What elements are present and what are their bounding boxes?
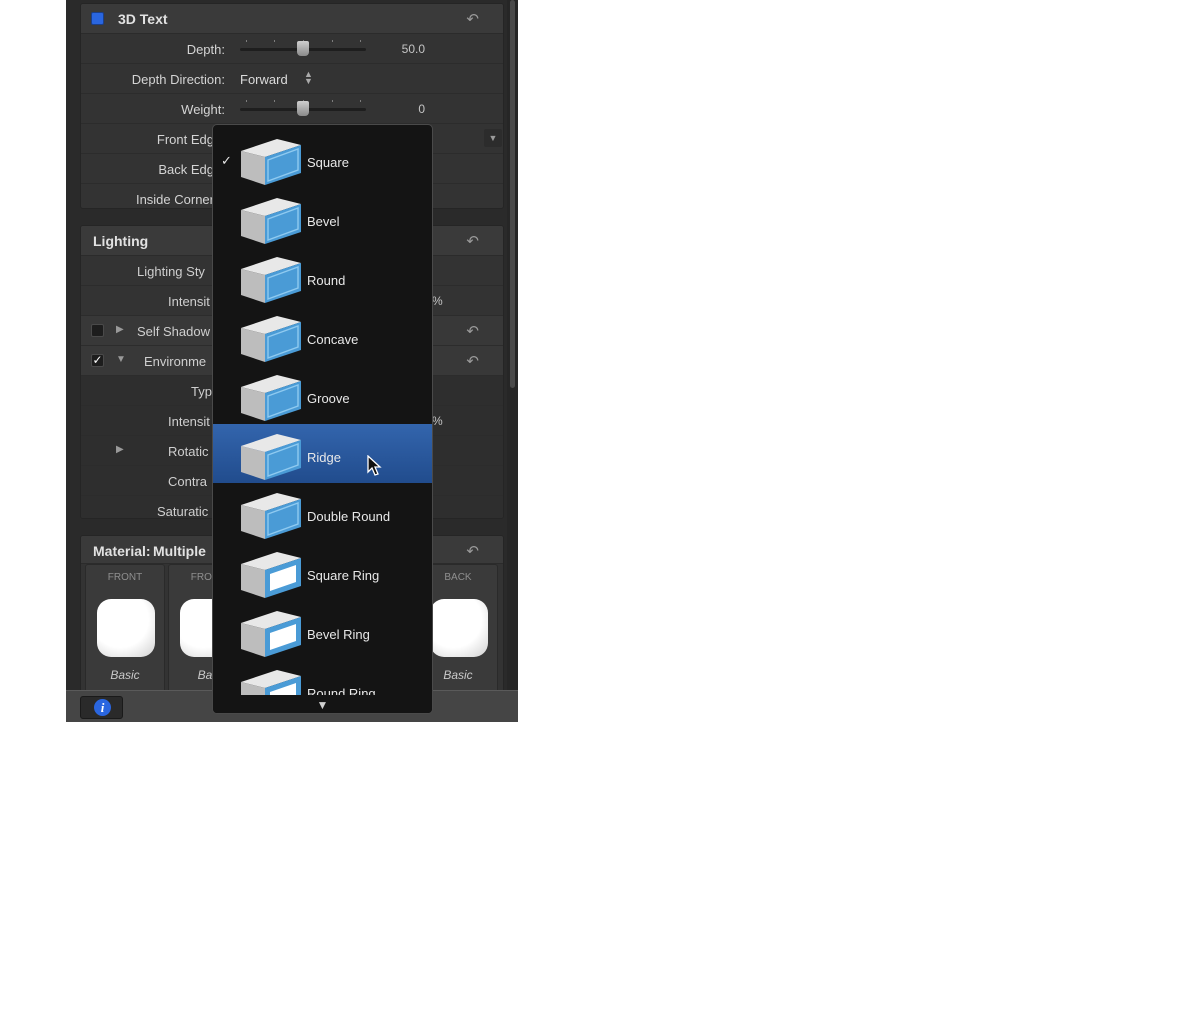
depth-slider-knob[interactable]	[297, 41, 309, 56]
lighting-title: Lighting	[93, 233, 149, 249]
3d-text-enable-toggle[interactable]	[91, 12, 104, 25]
edge-style-label: Square	[307, 155, 349, 170]
environment-intensity-label: Intensit	[168, 414, 210, 429]
depth-direction-row: Depth Direction: Forward ▲ ▼	[81, 64, 503, 94]
environment-label: Environme	[144, 354, 207, 369]
edge-style-item[interactable]: Round	[213, 247, 432, 306]
edge-style-item[interactable]: Square Ring	[213, 542, 432, 601]
edge-style-item[interactable]: ✓ Square	[213, 129, 432, 188]
depth-direction-value[interactable]: Forward	[240, 72, 288, 87]
up-down-arrows-icon[interactable]: ▲ ▼	[304, 70, 313, 86]
depth-value[interactable]: 50.0	[402, 42, 425, 56]
environment-intensity-percent: %	[432, 414, 443, 428]
round-edge-icon	[241, 257, 301, 303]
edge-style-item[interactable]: Concave	[213, 306, 432, 365]
inside-corners-label: Inside Corner	[135, 192, 214, 207]
saturation-label: Saturatic	[157, 504, 209, 519]
scrollbar-thumb[interactable]	[510, 0, 515, 388]
3d-text-header: 3D Text ↶	[81, 4, 503, 34]
scroll-down-arrow-icon[interactable]: ▼	[213, 695, 432, 713]
depth-row: Depth: 50.0	[81, 34, 503, 64]
3d-text-title: 3D Text	[118, 11, 168, 27]
type-label: Typ	[191, 384, 212, 399]
depth-slider[interactable]	[240, 41, 366, 56]
double-round-edge-icon	[241, 493, 301, 539]
edge-style-item[interactable]: Ridge	[213, 424, 432, 483]
slot-header: FRONT	[107, 572, 143, 583]
edge-style-label: Concave	[307, 332, 359, 347]
inspector-scrollbar[interactable]	[507, 0, 518, 690]
edge-style-label: Double Round	[307, 509, 391, 524]
bevel-edge-icon	[241, 198, 301, 244]
intensity-percent: %	[432, 294, 443, 308]
chevron-down-icon[interactable]: ▼	[484, 129, 502, 147]
edge-style-item[interactable]: Groove	[213, 365, 432, 424]
bevel-ring-edge-icon	[241, 611, 301, 657]
material-preview[interactable]	[430, 599, 488, 657]
edge-style-item[interactable]: Bevel Ring	[213, 601, 432, 660]
edge-style-label: Round	[307, 273, 346, 288]
disclosure-down-icon[interactable]: ▼	[116, 354, 126, 365]
weight-slider-knob[interactable]	[297, 101, 309, 116]
depth-label: Depth:	[186, 42, 225, 57]
ridge-edge-icon	[241, 434, 301, 480]
weight-slider[interactable]	[240, 101, 366, 116]
reset-arrow-icon[interactable]: ↶	[466, 10, 479, 28]
weight-label: Weight:	[181, 102, 225, 117]
square-edge-icon	[241, 139, 301, 185]
material-slot-front[interactable]: FRONT Basic	[85, 564, 165, 694]
reset-arrow-icon[interactable]: ↶	[466, 232, 479, 250]
intensity-label: Intensit	[168, 294, 210, 309]
square-ring-edge-icon	[241, 552, 301, 598]
groove-edge-icon	[241, 375, 301, 421]
edge-style-item[interactable]: Double Round	[213, 483, 432, 542]
reset-arrow-icon[interactable]: ↶	[466, 352, 479, 370]
info-button[interactable]: i	[80, 696, 123, 719]
edge-style-label: Ridge	[307, 450, 341, 465]
info-icon: i	[94, 699, 111, 716]
contrast-label: Contra	[168, 474, 208, 489]
edge-style-label: Square Ring	[307, 568, 380, 583]
disclosure-right-icon[interactable]: ▶	[116, 444, 124, 455]
disclosure-right-icon[interactable]: ▶	[116, 324, 124, 335]
self-shadows-checkbox[interactable]	[91, 324, 104, 337]
reset-arrow-icon[interactable]: ↶	[466, 322, 479, 340]
material-preview[interactable]	[97, 599, 155, 657]
reset-arrow-icon[interactable]: ↶	[466, 542, 479, 560]
slot-label: Basic	[110, 668, 140, 682]
rotation-label: Rotatic	[168, 444, 209, 459]
material-title: Material:	[93, 543, 151, 559]
depth-direction-label: Depth Direction:	[131, 72, 225, 87]
edge-style-dropdown: ✓ Square Bevel Round Concave Groove Ridge Doubl…	[212, 124, 433, 714]
front-edge-label: Front Edg	[156, 132, 214, 147]
lighting-style-label: Lighting Sty	[137, 264, 205, 279]
checkmark-icon: ✓	[221, 153, 232, 168]
weight-value[interactable]: 0	[418, 102, 425, 116]
material-value[interactable]: Multiple	[153, 543, 206, 559]
edge-style-label: Groove	[307, 391, 350, 406]
mouse-cursor-icon	[367, 455, 382, 476]
weight-row: Weight: 0	[81, 94, 503, 124]
back-edge-label: Back Edg	[158, 162, 214, 177]
edge-style-label: Bevel	[307, 214, 340, 229]
edge-style-label: Bevel Ring	[307, 627, 370, 642]
environment-checkbox[interactable]: ✓	[91, 354, 104, 367]
edge-style-item[interactable]: Bevel	[213, 188, 432, 247]
self-shadows-label: Self Shadow	[137, 324, 210, 339]
concave-edge-icon	[241, 316, 301, 362]
